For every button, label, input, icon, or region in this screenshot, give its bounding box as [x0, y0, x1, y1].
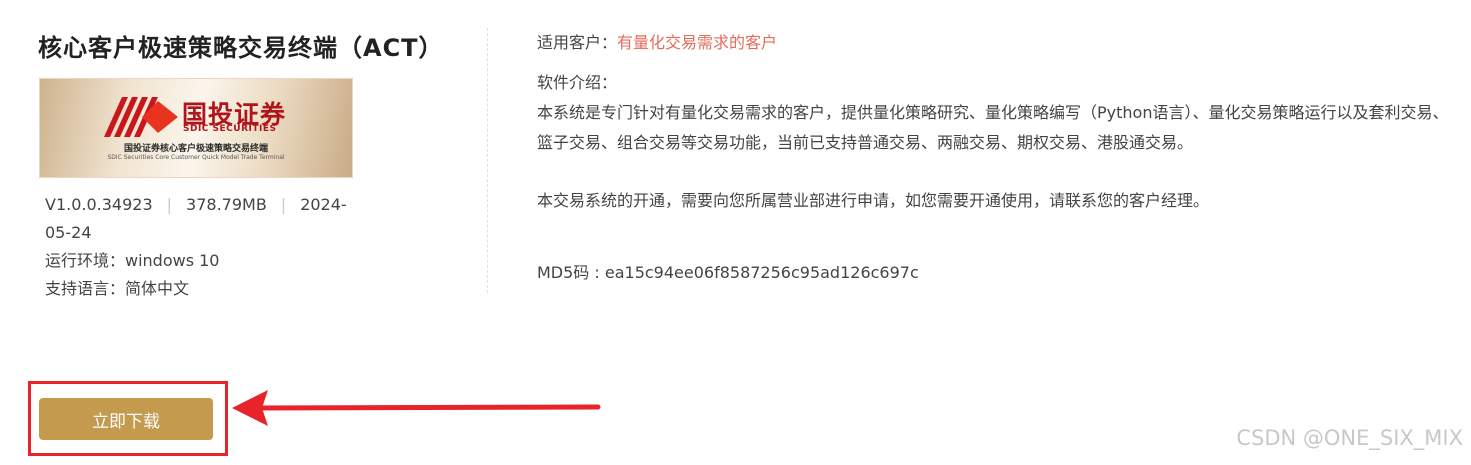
suitable-row: 适用客户：有量化交易需求的客户 — [537, 28, 1457, 58]
annotation-arrow-icon — [232, 390, 601, 426]
meta-separator: | — [280, 195, 287, 214]
language-text: 支持语言：简体中文 — [45, 279, 190, 298]
watermark-text: CSDN @ONE_SIX_MIX — [1236, 426, 1463, 450]
product-banner: 国投证券 SDIC SECURITIES 国投证券核心客户极速策略交易终端 SD… — [39, 78, 353, 178]
runtime-text: 运行环境：windows 10 — [45, 251, 220, 270]
download-button[interactable]: 立即下载 — [39, 398, 213, 440]
banner-subtitle-en: SDIC Securities Core Customer Quick Mode… — [107, 154, 285, 161]
date-text: 2024- — [300, 195, 347, 214]
sdic-logo-icon — [104, 97, 178, 137]
suitable-value: 有量化交易需求的客户 — [617, 33, 778, 52]
version-text: V1.0.0.34923 — [45, 195, 153, 214]
open-text: 本交易系统的开通，需要向您所属营业部进行申请，如您需要开通使用，请联系您的客户经… — [537, 191, 1210, 210]
column-divider — [487, 28, 488, 293]
intro-label: 软件介绍： — [537, 73, 618, 92]
details-panel: 适用客户：有量化交易需求的客户 软件介绍： 本系统是专门针对有量化交易需求的客户… — [537, 28, 1457, 288]
product-title: 核心客户极速策略交易终端（ACT） — [38, 34, 444, 62]
meta-version-row: V1.0.0.34923 | 378.79MB | 2024- — [45, 191, 347, 219]
suitable-label: 适用客户： — [537, 33, 618, 52]
meta-separator: | — [166, 195, 173, 214]
banner-subtitle-cn: 国投证券核心客户极速策略交易终端 — [123, 144, 268, 154]
date-text-continued: 05-24 — [45, 223, 92, 242]
md5-text: MD5码 : ea15c94ee06f8587256c95ad126c697c — [537, 263, 919, 282]
brand-name-en: SDIC SECURITIES — [183, 124, 277, 134]
intro-text: 本系统是专门针对有量化交易需求的客户，提供量化策略研究、量化策略编写（Pytho… — [537, 103, 1449, 152]
size-text: 378.79MB — [186, 195, 267, 214]
